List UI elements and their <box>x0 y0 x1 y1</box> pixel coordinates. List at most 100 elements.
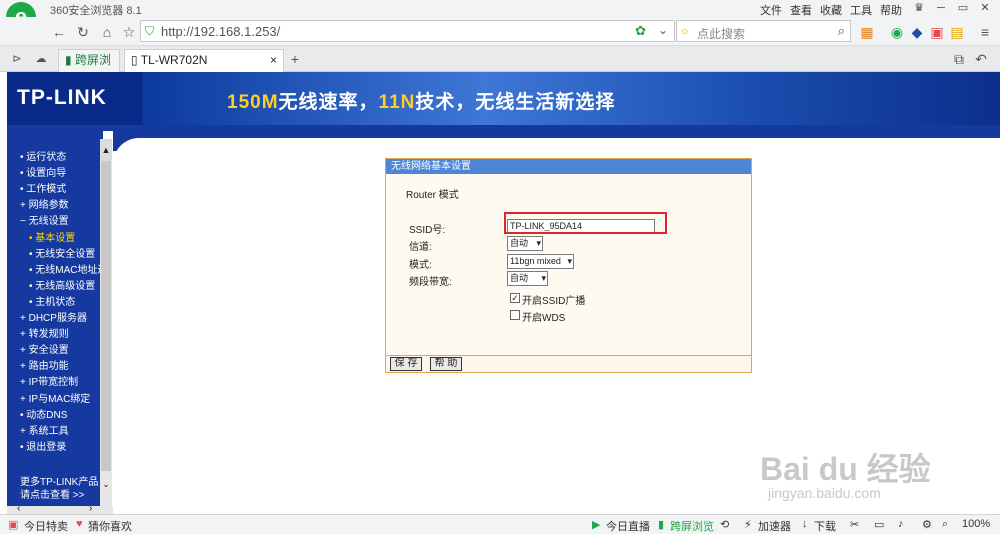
sidebar-item-8[interactable]: • 无线高级设置 <box>29 277 95 292</box>
sidebar-item-1[interactable]: • 设置向导 <box>20 164 66 179</box>
ssid-broadcast-checkbox[interactable]: ✓ <box>510 293 520 303</box>
cloud-icon[interactable]: ☁ <box>32 50 50 68</box>
app-title: 360安全浏览器 8.1 <box>50 5 142 17</box>
screenshot-icon[interactable]: ✂ <box>850 518 859 531</box>
maximize-icon[interactable]: ▭ <box>954 1 972 15</box>
skin-icon[interactable]: ♛ <box>910 1 928 15</box>
sidebar-item-5[interactable]: • 基本设置 <box>29 229 75 244</box>
sidebar-item-6[interactable]: • 无线安全设置 <box>29 245 95 260</box>
sidebar-toggle-icon[interactable]: ⊳ <box>8 50 26 68</box>
phone-icon: ▮ <box>658 519 665 531</box>
wireless-mode-label: 模式: <box>409 260 432 271</box>
search-input[interactable]: ○ 点此搜索 ⌕ <box>676 20 851 42</box>
status-download[interactable]: 下载 <box>814 518 836 534</box>
sidebar-item-15[interactable]: + IP与MAC绑定 <box>20 390 90 405</box>
scroll-up-icon[interactable]: ▲ <box>100 139 112 161</box>
sidebar-item-13[interactable]: + 路由功能 <box>20 357 69 372</box>
sidebar-item-17[interactable]: + 系统工具 <box>20 422 69 437</box>
menu-more-icon[interactable]: ≡ <box>976 23 994 41</box>
wireless-basic-settings-panel: 无线网络基本设置 Router 模式 SSID号: TP-LINK_95DA14… <box>385 158 752 373</box>
refresh-icon[interactable]: ↻ <box>74 23 92 41</box>
wireless-mode-select[interactable]: 11bgn mixed ▾ <box>507 254 574 269</box>
tab-router[interactable]: ▯ TL-WR702N × <box>124 49 284 72</box>
security-check-icon[interactable]: ✿ <box>635 23 646 39</box>
search-engine-icon[interactable]: ○ <box>681 24 688 38</box>
mute-icon[interactable]: ♪ <box>898 518 904 530</box>
menu-tools[interactable]: 工具 <box>850 2 872 18</box>
search-icon[interactable]: ⌕ <box>838 23 845 39</box>
home-icon[interactable]: ⌂ <box>98 23 116 41</box>
apps-grid-icon[interactable]: ▦ <box>858 23 876 41</box>
dropdown-chevron-icon[interactable]: ⌄ <box>658 23 668 37</box>
status-live[interactable]: 今日直播 <box>606 518 650 534</box>
sidebar-item-4[interactable]: − 无线设置 <box>20 212 69 227</box>
back-icon[interactable]: ← <box>50 23 68 41</box>
zoom-icon: ⌕ <box>942 518 949 530</box>
status-cross-screen[interactable]: 跨屏浏览 <box>670 518 714 534</box>
sidebar-item-10[interactable]: + DHCP服务器 <box>20 309 87 324</box>
sidebar-item-14[interactable]: + IP带宽控制 <box>20 373 78 388</box>
window-title-bar: e 360安全浏览器 8.1 文件 查看 收藏 工具 帮助 ♛ ─ ▭ ✕ <box>0 0 1000 32</box>
favorite-star-icon[interactable]: ☆ <box>120 23 138 41</box>
minimize-icon[interactable]: ─ <box>932 1 950 15</box>
chevron-down-icon: ▾ <box>567 256 572 266</box>
status-accelerator[interactable]: 加速器 <box>758 518 791 534</box>
close-icon[interactable]: ✕ <box>976 1 994 15</box>
new-tab-icon[interactable]: + <box>286 50 304 68</box>
sidebar-item-3[interactable]: + 网络参数 <box>20 196 69 211</box>
sidebar-h-scrollbar[interactable]: ‹ › <box>7 503 113 514</box>
chevron-down-icon: ▾ <box>536 238 541 248</box>
tplink-logo: TP-LINK <box>17 86 107 109</box>
secure-shield-icon: ⛉ <box>145 24 155 38</box>
sidebar-item-2[interactable]: • 工作模式 <box>20 180 66 195</box>
help-button[interactable]: 帮 助 <box>430 357 462 371</box>
url-text: http://192.168.1.253/ <box>161 24 281 39</box>
address-toolbar: ← ↻ ⌂ ☆ ⛉ http://192.168.1.253/ ✿ ⌄ ○ 点此… <box>0 17 1000 46</box>
status-today-sale[interactable]: 今日特卖 <box>24 518 68 534</box>
sidebar-item-9[interactable]: • 主机状态 <box>29 293 75 308</box>
sidebar-item-0[interactable]: • 运行状态 <box>20 148 66 163</box>
tab-cross-screen[interactable]: ▮ 跨屏浏览 <box>58 49 120 88</box>
notes-icon[interactable]: ▤ <box>948 23 966 41</box>
address-input[interactable]: ⛉ http://192.168.1.253/ ✿ ⌄ <box>140 20 675 42</box>
status-zoom[interactable]: 100% <box>962 518 990 530</box>
pc-icon[interactable]: ▭ <box>874 518 884 531</box>
scroll-down-icon[interactable]: ⌄ <box>100 479 112 493</box>
shield-extension-icon[interactable]: ◆ <box>908 23 926 41</box>
phone-icon: ▮ <box>65 53 72 67</box>
mail-icon[interactable]: ▣ <box>928 23 946 41</box>
sidebar-scrollbar[interactable]: ▲ ⌄ <box>100 139 112 507</box>
scroll-right-icon[interactable]: › <box>89 503 92 514</box>
wds-checkbox[interactable] <box>510 310 520 320</box>
bandwidth-label: 频段带宽: <box>409 277 452 288</box>
undo-close-icon[interactable]: ↶ <box>972 50 990 68</box>
settings-icon[interactable]: ⚙ <box>922 518 932 531</box>
scroll-thumb[interactable] <box>101 161 111 471</box>
sidebar-item-18[interactable]: • 退出登录 <box>20 438 66 453</box>
more-products-link-2[interactable]: 请点击查看 >> <box>20 486 84 501</box>
ssid-highlight-box <box>504 212 667 234</box>
ssid-label: SSID号: <box>409 225 446 236</box>
menu-view[interactable]: 查看 <box>790 2 812 18</box>
baidu-jingyan-watermark: Bai du 经验 <box>760 451 931 487</box>
sidebar-item-16[interactable]: • 动态DNS <box>20 406 67 421</box>
snapshot-icon[interactable]: ⟲ <box>720 518 729 531</box>
save-button[interactable]: 保 存 <box>390 357 422 371</box>
search-placeholder: 点此搜索 <box>697 27 746 41</box>
restore-tabs-icon[interactable]: ⧉ <box>950 50 968 68</box>
menu-help[interactable]: 帮助 <box>880 2 902 18</box>
status-guess-you-like[interactable]: 猜你喜欢 <box>88 518 132 534</box>
menu-favorites[interactable]: 收藏 <box>820 2 842 18</box>
scroll-left-icon[interactable]: ‹ <box>17 503 20 514</box>
tab-close-icon[interactable]: × <box>270 50 277 71</box>
sidebar-item-12[interactable]: + 安全设置 <box>20 341 69 356</box>
menu-file[interactable]: 文件 <box>760 2 782 18</box>
bandwidth-select[interactable]: 自动 ▾ <box>507 271 548 286</box>
gift-icon: ▣ <box>8 519 19 531</box>
sidebar-item-11[interactable]: + 转发规则 <box>20 325 69 340</box>
channel-select[interactable]: 自动 ▾ <box>507 236 543 251</box>
accelerator-icon: ⚡ <box>744 519 752 531</box>
mode-text: Router 模式 <box>406 190 459 201</box>
panel-title: 无线网络基本设置 <box>386 159 751 174</box>
extension-icon[interactable]: ◉ <box>888 23 906 41</box>
